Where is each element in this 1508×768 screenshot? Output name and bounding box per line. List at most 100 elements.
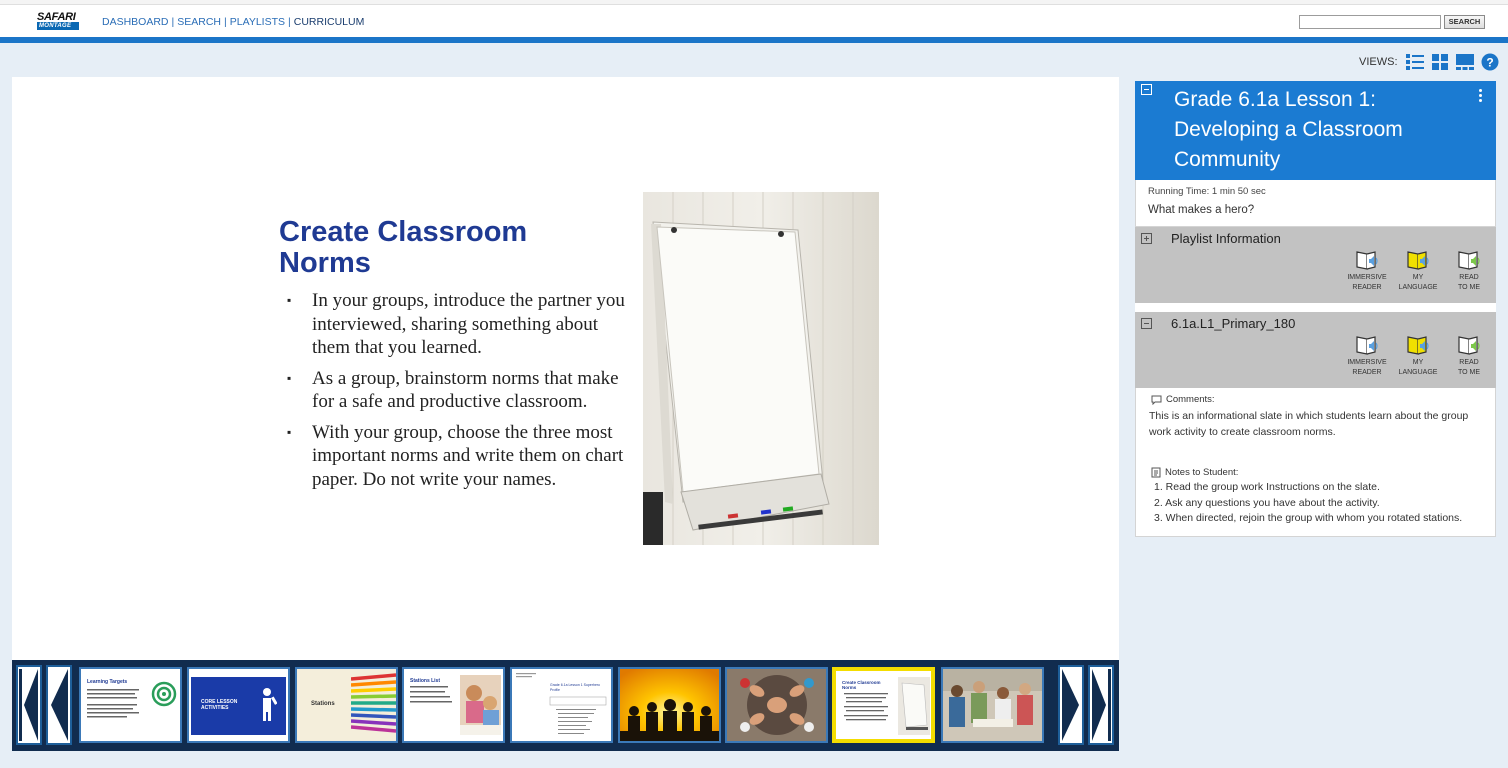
slide-thumbnail-3[interactable]: Stations: [295, 667, 398, 743]
list-view-icon[interactable]: [1405, 53, 1425, 71]
collapse-lesson-icon[interactable]: [1141, 84, 1152, 95]
slide-thumbnail-8-current[interactable]: Create Classroom Norms: [832, 667, 935, 743]
svg-text:?: ?: [1486, 56, 1493, 70]
slide-thumbnail-9[interactable]: [941, 667, 1044, 743]
segment-title[interactable]: 6.1a.L1_Primary_180: [1171, 316, 1295, 331]
immersive-reader-icon: [1356, 251, 1378, 270]
views-label: VIEWS:: [1359, 56, 1398, 68]
easel-thumb-image: [898, 677, 930, 735]
header-accent-bar: [0, 37, 1508, 43]
comments-heading: Comments:: [1151, 394, 1215, 405]
notes-list: 1. Read the group work Instructions on t…: [1154, 480, 1462, 527]
first-slide-icon: [19, 669, 38, 741]
search-input[interactable]: [1299, 15, 1441, 29]
slide-thumbnail-1[interactable]: Learning Targets: [79, 667, 182, 743]
next-slide-button[interactable]: [1058, 665, 1084, 745]
list-item: 3. When directed, rejoin the group with …: [1154, 512, 1463, 524]
slide-bullet: ▪ In your groups, introduce the partner y…: [287, 289, 632, 360]
tool-label: IMMERSIVE READER: [1347, 359, 1387, 376]
nav-playlists[interactable]: PLAYLISTS: [230, 16, 285, 28]
tool-label: READ TO ME: [1457, 359, 1481, 376]
my-language-icon: [1407, 336, 1429, 355]
slide-thumbnail-5[interactable]: Grade 6.1a Lesson 1 Superhero Profile: [510, 667, 613, 743]
my-language-button[interactable]: MY LANGUAGE: [1398, 249, 1438, 293]
slide-thumbnail-6[interactable]: [618, 667, 721, 743]
previous-slide-button[interactable]: [46, 665, 72, 745]
read-to-me-button[interactable]: READ TO ME: [1449, 249, 1489, 293]
bullet-marker: ▪: [287, 293, 292, 307]
thumb-title: Stations: [311, 701, 335, 707]
thumb-text-lines: [844, 693, 888, 721]
last-slide-button[interactable]: [1088, 665, 1114, 745]
filmstrip-view-icon[interactable]: [1455, 53, 1475, 71]
slide-bullet-list: ▪ In your groups, introduce the partner y…: [287, 289, 632, 498]
segment-section: 6.1a.L1_Primary_180 IMMERSIVE READER MY LA…: [1135, 312, 1496, 388]
slide-viewer: Create Classroom Norms ▪ In your groups, …: [12, 77, 1119, 660]
tool-label: READ TO ME: [1457, 274, 1481, 291]
main-nav: DASHBOARD | SEARCH | PLAYLISTS | CURRICULUM: [102, 16, 364, 28]
tool-label: MY LANGUAGE: [1398, 359, 1438, 376]
superhero-silhouettes-image: [620, 669, 719, 741]
comments-label: Comments:: [1166, 394, 1215, 405]
thumb-title: Stations List: [410, 678, 441, 684]
read-to-me-icon: [1458, 336, 1480, 355]
chevron-left-icon: [51, 669, 68, 741]
nav-dashboard[interactable]: DASHBOARD: [102, 16, 169, 28]
read-to-me-icon: [1458, 251, 1480, 270]
team-hands-image: [727, 669, 826, 741]
list-item: 1. Read the group work Instructions on t…: [1154, 481, 1380, 493]
grid-view-icon[interactable]: [1430, 53, 1450, 71]
nav-search[interactable]: SEARCH: [177, 16, 221, 28]
notes-icon: [1151, 467, 1161, 478]
immersive-reader-button[interactable]: IMMERSIVE READER: [1347, 334, 1387, 378]
tool-label: IMMERSIVE READER: [1347, 274, 1387, 291]
student-group-image: [943, 669, 1042, 741]
target-icon: [151, 681, 177, 707]
expand-icon[interactable]: [1141, 233, 1152, 244]
running-time: Running Time: 1 min 50 sec: [1148, 186, 1266, 197]
comment-icon: [1151, 395, 1162, 405]
collapse-icon[interactable]: [1141, 318, 1152, 329]
chevron-right-icon: [1062, 669, 1079, 741]
list-item: 2. Ask any questions you have about the …: [1154, 496, 1380, 509]
slide-thumbnail-4[interactable]: Stations List: [402, 667, 505, 743]
first-slide-button[interactable]: [16, 665, 42, 745]
comments-text: This is an informational slate in which …: [1149, 410, 1469, 438]
lesson-header: Grade 6.1a Lesson 1: Developing a Classr…: [1135, 81, 1496, 180]
nav-separator: |: [288, 16, 291, 28]
thumb-title: Learning Targets: [87, 679, 128, 685]
my-language-button[interactable]: MY LANGUAGE: [1398, 334, 1438, 378]
nav-curriculum[interactable]: CURRICULUM: [294, 16, 365, 28]
last-slide-icon: [1092, 669, 1111, 741]
thumb-text-lines: [410, 686, 452, 703]
slide-thumbnail-7[interactable]: [725, 667, 828, 743]
my-language-icon: [1407, 251, 1429, 270]
bullet-text: With your group, choose the three most i…: [312, 421, 624, 490]
notes-label: Notes to Student:: [1165, 467, 1239, 478]
app-header: SAFARI MONTAGE DASHBOARD | SEARCH | PLAYLIST…: [0, 0, 1508, 37]
safari-montage-logo[interactable]: SAFARI MONTAGE: [37, 12, 79, 32]
thumb-title: CORE LESSON ACTIVITIES: [201, 699, 238, 711]
lesson-title: Grade 6.1a Lesson 1: Developing a Classr…: [1174, 88, 1403, 171]
view-switcher: VIEWS: ?: [1359, 52, 1500, 72]
playlist-info-title[interactable]: Playlist Information: [1171, 231, 1281, 246]
children-drawing-photo: [460, 675, 501, 735]
immersive-reader-button[interactable]: IMMERSIVE READER: [1347, 249, 1387, 293]
section-divider: [1135, 303, 1496, 312]
playlist-info-section: Playlist Information IMMERSIVE READER MY L…: [1135, 227, 1496, 303]
slide-title: Create Classroom Norms: [279, 216, 528, 279]
search-button[interactable]: SEARCH: [1444, 15, 1485, 29]
slide-thumbnail-2[interactable]: CORE LESSON ACTIVITIES: [187, 667, 290, 743]
document-preview: [516, 673, 607, 734]
help-icon[interactable]: ?: [1480, 53, 1500, 71]
more-options-icon[interactable]: [1479, 89, 1483, 103]
lesson-question: What makes a hero?: [1148, 204, 1255, 216]
segment-details: Comments: This is an informational slate…: [1135, 388, 1496, 537]
slide-bullet: ▪ With your group, choose the three most …: [287, 421, 632, 492]
immersive-reader-icon: [1356, 336, 1378, 355]
browser-edge: [0, 0, 1508, 5]
read-to-me-button[interactable]: READ TO ME: [1449, 334, 1489, 378]
slide-filmstrip: Learning Targets CORE LESSON ACTIVITIES …: [12, 660, 1119, 751]
bullet-text: As a group, brainstorm norms that make f…: [312, 367, 619, 413]
nav-separator: |: [224, 16, 227, 28]
